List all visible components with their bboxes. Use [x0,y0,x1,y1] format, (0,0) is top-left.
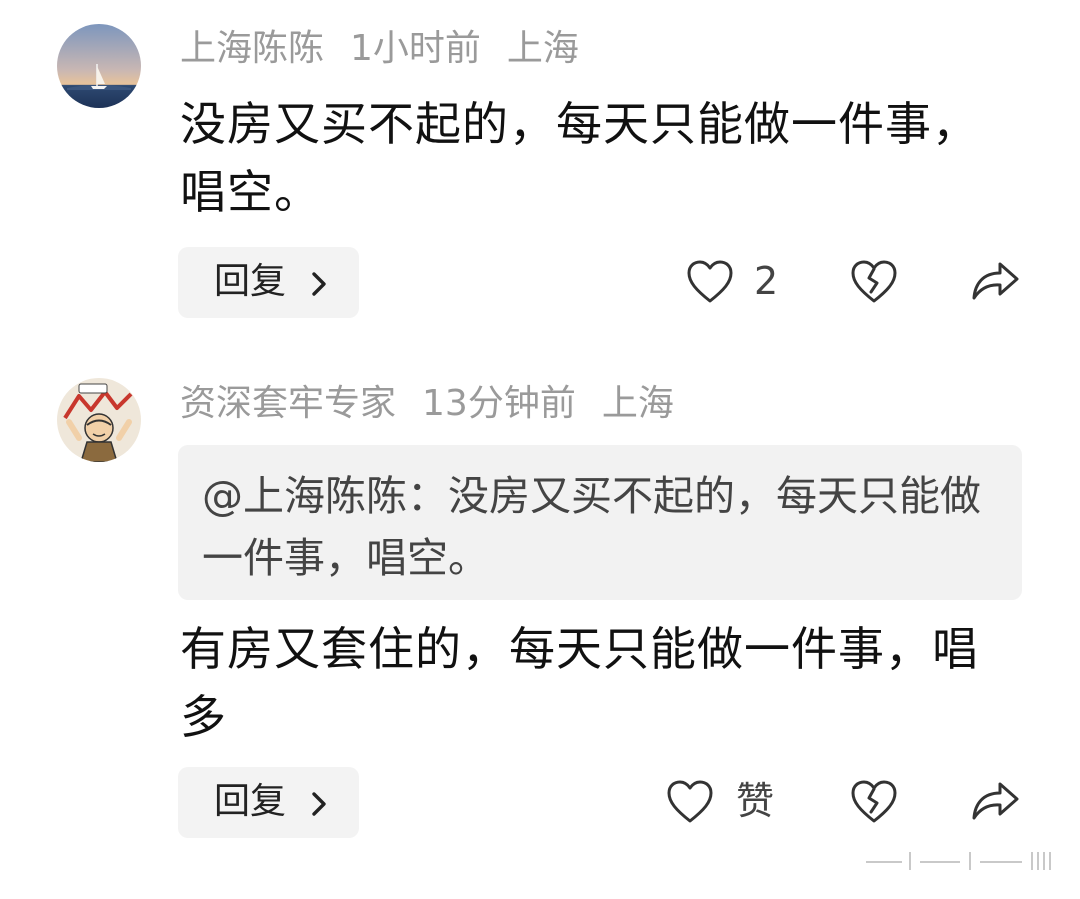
reply-button[interactable]: 回复 [178,767,359,838]
comment-1: 上海陈陈 1小时前 上海 没房又买不起的，每天只能做一件事，唱空。 回复 2 [0,0,1080,340]
avatar-cartoon[interactable] [57,378,141,462]
watermark-image [866,852,1051,870]
quoted-comment[interactable]: @上海陈陈：没房又买不起的，每天只能做一件事，唱空。 [178,445,1022,600]
sailboat-avatar-image [57,24,141,108]
comment-text: 没房又买不起的，每天只能做一件事，唱空。 [180,97,979,219]
timestamp: 1小时前 [350,28,481,69]
location: 上海 [601,383,674,424]
comment-meta: 上海陈陈 1小时前 上海 [180,27,605,71]
share-arrow-icon[interactable] [970,258,1022,304]
heart-outline-icon[interactable] [666,779,714,825]
heart-outline-icon[interactable] [686,259,734,305]
broken-heart-icon[interactable] [850,259,898,305]
like-label: 赞 [736,779,775,823]
comment-meta: 资深套牢专家 13分钟前 上海 [180,382,700,426]
broken-heart-icon[interactable] [850,779,898,825]
chevron-right-icon [312,792,326,816]
avatar-sailboat[interactable] [57,24,141,108]
username[interactable]: 资深套牢专家 [180,383,396,424]
reply-label: 回复 [214,261,287,302]
username[interactable]: 上海陈陈 [180,28,324,69]
reply-label: 回复 [214,781,287,822]
comment-text: 有房又套住的，每天只能做一件事，唱多 [180,622,979,744]
reply-button[interactable]: 回复 [178,247,359,318]
timestamp: 13分钟前 [422,383,576,424]
cartoon-avatar-image [57,378,141,462]
chevron-right-icon [312,272,326,296]
quoted-text: @上海陈陈：没房又买不起的，每天只能做一件事，唱空。 [202,472,981,582]
comment-2: 资深套牢专家 13分钟前 上海 @上海陈陈：没房又买不起的，每天只能做一件事，唱空。… [0,360,1080,860]
like-count: 2 [754,259,779,303]
share-arrow-icon[interactable] [970,778,1022,824]
location: 上海 [506,28,579,69]
